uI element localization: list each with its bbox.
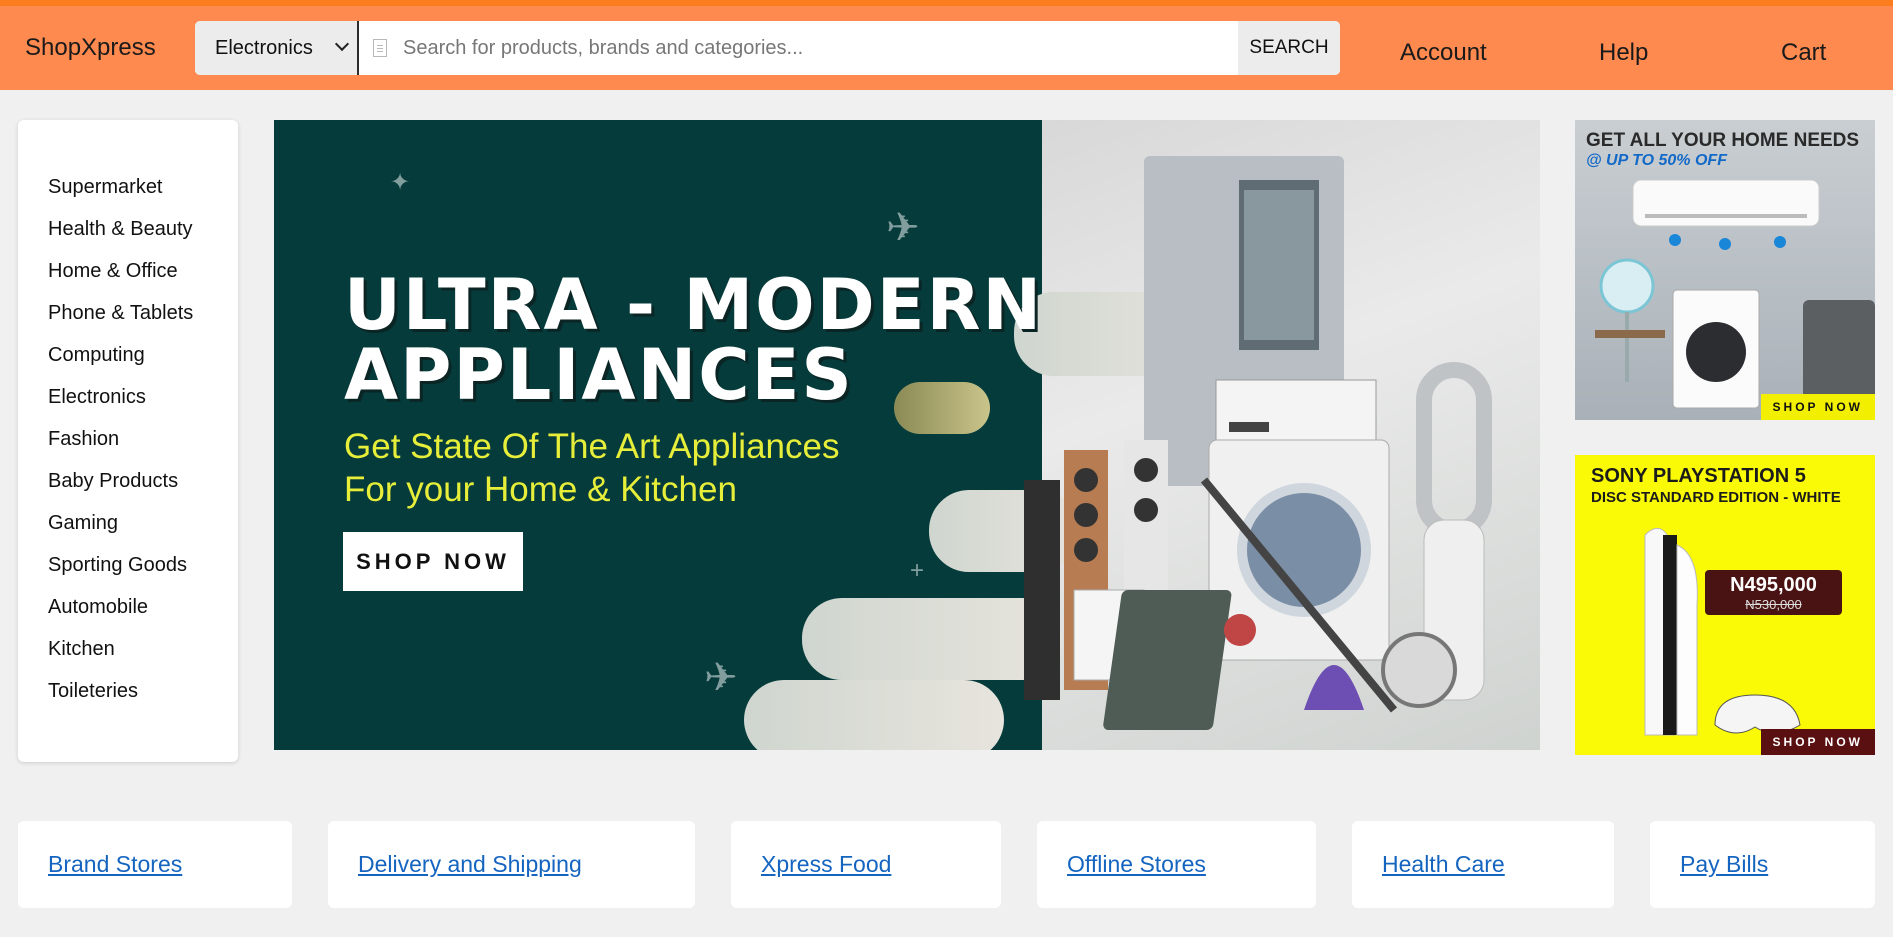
hero-title: ULTRA - MODERN APPLIANCES — [344, 270, 1043, 410]
search-button[interactable]: SEARCH — [1238, 21, 1340, 75]
quick-link-card: Offline Stores — [1037, 821, 1316, 908]
ps5-old-price: N530,000 — [1745, 597, 1802, 612]
sidebar-item-automobile[interactable]: Automobile — [18, 586, 238, 628]
sidebar-item-computing[interactable]: Computing — [18, 334, 238, 376]
sidebar-item-gaming[interactable]: Gaming — [18, 502, 238, 544]
ps5-price-tag: N495,000 N530,000 — [1705, 570, 1842, 615]
promo-home-title: GET ALL YOUR HOME NEEDS — [1586, 130, 1860, 151]
sidebar-item-supermarket[interactable]: Supermarket — [18, 166, 238, 208]
promo-ps5-title: SONY PLAYSTATION 5 — [1591, 465, 1806, 487]
link-delivery-shipping[interactable]: Delivery and Shipping — [358, 851, 582, 878]
sidebar-item-kitchen[interactable]: Kitchen — [18, 628, 238, 670]
hero-subtitle: Get State Of The Art Appliances For your… — [344, 425, 839, 511]
image-placeholder-icon — [373, 39, 387, 57]
hero-title-line2: APPLIANCES — [344, 334, 854, 416]
quick-link-card: Delivery and Shipping — [328, 821, 695, 908]
search-input-wrap — [359, 21, 1238, 75]
paper-plane-icon: ✈ — [704, 656, 738, 700]
link-pay-bills[interactable]: Pay Bills — [1680, 851, 1768, 878]
hero-title-line1: ULTRA - MODERN — [344, 264, 1044, 346]
category-select-value: Electronics — [215, 36, 313, 59]
sidebar-item-fashion[interactable]: Fashion — [18, 418, 238, 460]
search-input[interactable] — [403, 36, 1223, 60]
top-navbar: ShopXpress Electronics SEARCH Account He… — [0, 0, 1893, 90]
nav-help[interactable]: Help — [1599, 39, 1648, 67]
sidebar-item-phone-tablets[interactable]: Phone & Tablets — [18, 292, 238, 334]
promo-ps5-shop-now-button[interactable]: SHOP NOW — [1760, 729, 1875, 755]
hero-blob — [744, 680, 1004, 750]
ps5-price: N495,000 — [1730, 574, 1817, 596]
category-sidebar: Supermarket Health & Beauty Home & Offic… — [18, 120, 238, 762]
hero-subtitle-line1: Get State Of The Art Appliances — [344, 427, 840, 466]
quick-link-card: Health Care — [1352, 821, 1614, 908]
chevron-down-icon — [334, 36, 350, 52]
sidebar-item-home-office[interactable]: Home & Office — [18, 250, 238, 292]
sidebar-item-electronics[interactable]: Electronics — [18, 376, 238, 418]
link-health-care[interactable]: Health Care — [1382, 851, 1505, 878]
nav-account[interactable]: Account — [1400, 39, 1487, 67]
sparkle-icon: ✦ — [390, 169, 411, 196]
sidebar-item-health-beauty[interactable]: Health & Beauty — [18, 208, 238, 250]
paper-plane-icon: ✈ — [886, 206, 920, 250]
link-xpress-food[interactable]: Xpress Food — [761, 851, 891, 878]
quick-link-card: Pay Bills — [1650, 821, 1875, 908]
brand-logo[interactable]: ShopXpress — [25, 34, 156, 62]
promo-home-subtitle: @ UP TO 50% OFF — [1586, 152, 1727, 169]
category-select[interactable]: Electronics — [195, 21, 359, 75]
plus-icon: + — [910, 557, 925, 584]
promo-ps5-subtitle: DISC STANDARD EDITION - WHITE — [1591, 489, 1841, 506]
hero-banner[interactable]: ✈ ✈ + ✦ ULTRA - MODERN APPLIANCES Get St… — [274, 120, 1540, 750]
quick-link-card: Brand Stores — [18, 821, 292, 908]
home-appliances-image — [1595, 180, 1875, 409]
promo-home-shop-now-button[interactable]: SHOP NOW — [1760, 394, 1875, 420]
hero-subtitle-line2: For your Home & Kitchen — [344, 470, 737, 509]
playstation-console-image — [1644, 527, 1801, 736]
search-bar: Electronics SEARCH — [195, 21, 1340, 75]
link-offline-stores[interactable]: Offline Stores — [1067, 851, 1206, 878]
nav-cart[interactable]: Cart — [1781, 39, 1826, 67]
sidebar-item-toileteries[interactable]: Toileteries — [18, 670, 238, 712]
sidebar-item-sporting-goods[interactable]: Sporting Goods — [18, 544, 238, 586]
appliances-illustration — [1024, 156, 1492, 730]
quick-link-card: Xpress Food — [731, 821, 1001, 908]
promo-home-needs[interactable]: GET ALL YOUR HOME NEEDS @ UP TO 50% OFF … — [1575, 120, 1875, 420]
hero-shop-now-button[interactable]: SHOP NOW — [343, 532, 523, 591]
link-brand-stores[interactable]: Brand Stores — [48, 851, 182, 878]
sidebar-item-baby-products[interactable]: Baby Products — [18, 460, 238, 502]
promo-ps5[interactable]: SONY PLAYSTATION 5 DISC STANDARD EDITION… — [1575, 455, 1875, 755]
